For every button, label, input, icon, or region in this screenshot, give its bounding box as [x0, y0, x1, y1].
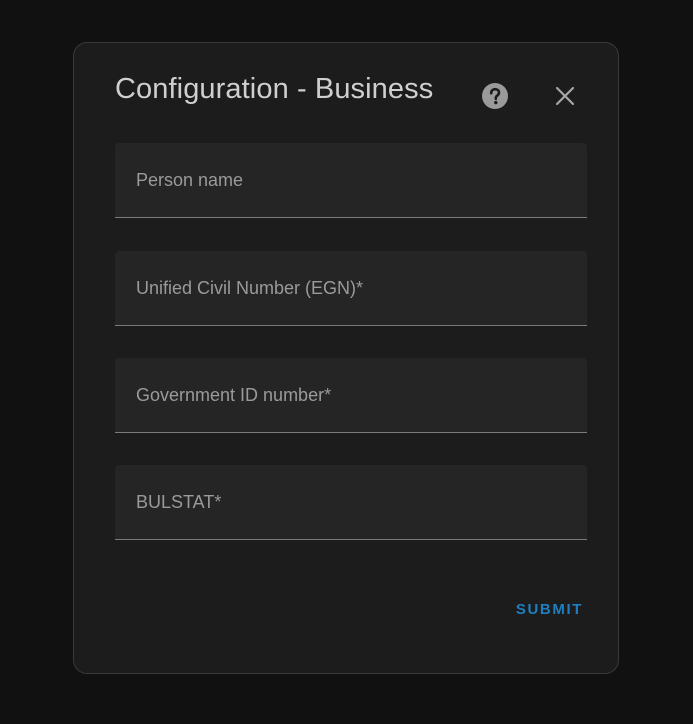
government-id-field[interactable]: Government ID number*: [115, 358, 587, 433]
configuration-dialog: Configuration - Business Person name Uni…: [73, 42, 619, 674]
government-id-label: Government ID number*: [136, 385, 332, 405]
egn-label: Unified Civil Number (EGN)*: [136, 278, 364, 298]
person-name-field[interactable]: Person name: [115, 143, 587, 218]
bulstat-field[interactable]: BULSTAT*: [115, 465, 587, 540]
help-circle-icon: [482, 83, 508, 109]
dialog-title: Configuration - Business: [115, 73, 434, 105]
bulstat-label: BULSTAT*: [136, 492, 222, 512]
person-name-label: Person name: [136, 170, 244, 190]
close-icon: [555, 86, 575, 106]
submit-button[interactable]: SUBMIT: [514, 599, 585, 620]
egn-field[interactable]: Unified Civil Number (EGN)*: [115, 251, 587, 326]
close-button[interactable]: [548, 79, 582, 113]
help-button[interactable]: [478, 79, 512, 113]
